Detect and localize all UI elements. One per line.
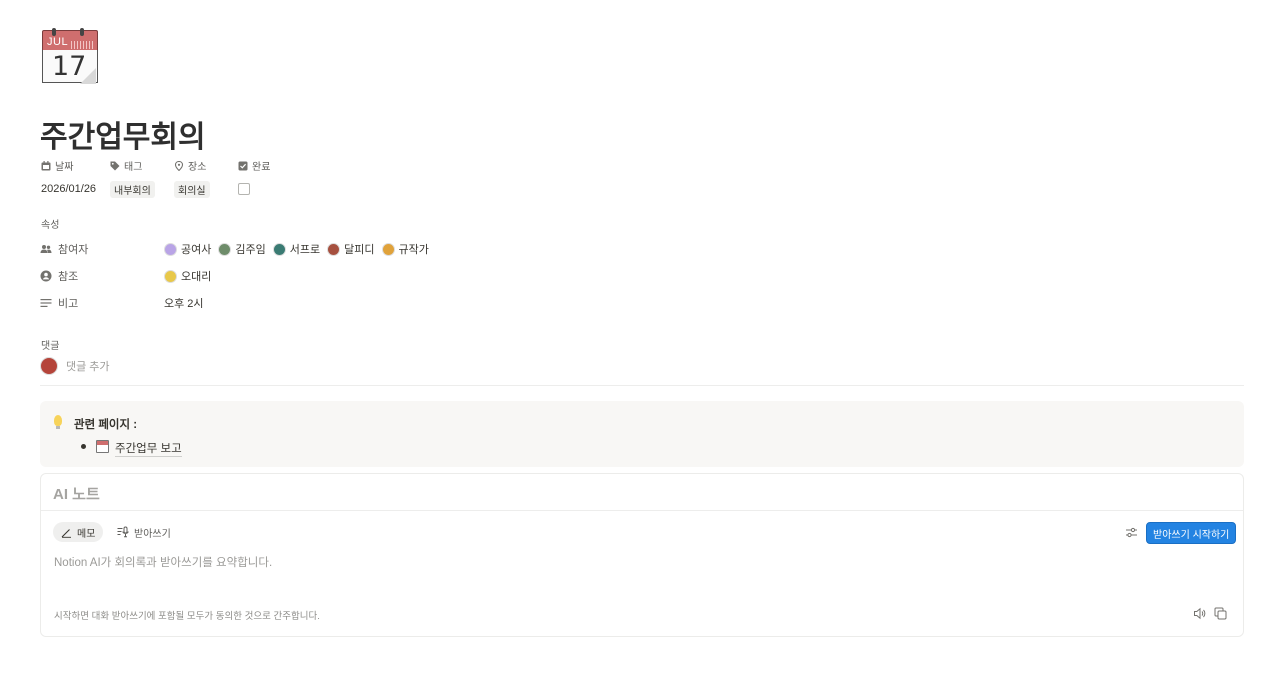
- people-icon: [40, 245, 52, 253]
- calendar-icon[interactable]: JUL 17: [42, 28, 98, 84]
- property-location-value[interactable]: 회의실: [174, 180, 210, 198]
- property-date-value[interactable]: 2026/01/26: [41, 182, 96, 196]
- ai-note-footer: 시작하면 대화 받아쓰기에 포함될 모두가 동의한 것으로 간주합니다.: [54, 611, 320, 622]
- transcribe-icon: [117, 526, 129, 538]
- ai-note-description: Notion AI가 회의록과 받아쓰기를 요약합니다.: [54, 557, 273, 569]
- calendar-ticks: [71, 41, 93, 49]
- attendee[interactable]: 달피디: [327, 241, 375, 257]
- property-date[interactable]: 날짜 2026/01/26: [41, 158, 96, 196]
- attendee-name: 달피디: [344, 244, 375, 256]
- property-row-attendees[interactable]: 참여자 공여사 김주임 서프로 달피디 규작가: [40, 241, 436, 257]
- attendee[interactable]: 서프로: [272, 241, 321, 257]
- bullet: [81, 444, 86, 449]
- tab-memo-label: 메모: [77, 528, 96, 540]
- property-tag-value[interactable]: 내부회의: [110, 180, 155, 198]
- tag-icon: [110, 161, 120, 170]
- start-transcribe-button[interactable]: 받아쓰기 시작하기: [1146, 522, 1237, 544]
- ai-note-block: AI 노트 메모 받아쓰기 받아쓰기 시작하기 Notion AI가 회의록과 …: [40, 473, 1244, 637]
- reference-list[interactable]: 오대리: [164, 268, 218, 284]
- add-comment[interactable]: 댓글 추가: [40, 357, 110, 375]
- sliders-icon[interactable]: [1125, 526, 1138, 539]
- page-title[interactable]: 주간업무회의: [40, 112, 206, 156]
- reference-name: 오대리: [181, 271, 212, 283]
- attendee-name: 규작가: [398, 244, 429, 256]
- reference-label: 참조: [58, 271, 79, 283]
- attendee[interactable]: 규작가: [381, 241, 429, 257]
- calendar-mini-icon: [96, 440, 109, 453]
- avatar: [40, 357, 58, 375]
- attendee[interactable]: 김주임: [218, 241, 266, 257]
- property-location-label: 장소: [188, 162, 207, 173]
- attendees-label: 참여자: [58, 244, 89, 256]
- property-done-label: 완료: [252, 162, 271, 173]
- person-circle-icon: [40, 270, 52, 282]
- property-tag-label: 태그: [124, 162, 143, 173]
- lightbulb-icon: [54, 415, 62, 426]
- attendees-label-row: 참여자: [40, 241, 164, 257]
- pen-icon: [61, 528, 71, 538]
- location-chip[interactable]: 회의실: [174, 180, 210, 198]
- property-date-label-row: 날짜: [41, 158, 96, 173]
- property-tag-label-row: 태그: [110, 158, 155, 173]
- property-location[interactable]: 장소 회의실: [174, 158, 210, 198]
- property-row-reference[interactable]: 참조 오대리: [40, 268, 218, 284]
- pin-icon: [174, 160, 184, 171]
- property-date-label: 날짜: [55, 162, 74, 173]
- attendee[interactable]: 공여사: [164, 241, 211, 257]
- lines-icon: [40, 299, 52, 307]
- divider: [41, 510, 1243, 511]
- done-checkbox[interactable]: [238, 183, 250, 195]
- comments-label: 댓글: [41, 341, 60, 352]
- calendar-ring: [80, 28, 84, 36]
- property-done[interactable]: 완료: [238, 158, 270, 196]
- add-comment-placeholder[interactable]: 댓글 추가: [66, 358, 110, 374]
- page-link[interactable]: 주간업무 보고: [115, 440, 182, 457]
- avatar: [327, 242, 341, 256]
- lightbulb-base: [56, 426, 60, 429]
- attendee-name: 서프로: [289, 244, 321, 256]
- tag-chip[interactable]: 내부회의: [110, 180, 155, 198]
- property-location-label-row: 장소: [174, 158, 210, 173]
- callout-title: 관련 페이지 :: [74, 419, 138, 431]
- attendee-name: 공여사: [181, 244, 212, 256]
- avatar: [272, 242, 286, 256]
- reference-person[interactable]: 오대리: [164, 268, 211, 284]
- ai-note-title[interactable]: AI 노트: [53, 483, 100, 504]
- properties-section-label: 속성: [41, 220, 60, 231]
- property-done-value[interactable]: [238, 182, 270, 196]
- property-done-label-row: 완료: [238, 158, 270, 173]
- copy-icon[interactable]: [1214, 607, 1227, 620]
- checkbox-icon: [238, 161, 248, 170]
- avatar: [381, 242, 395, 256]
- notes-value[interactable]: 오후 2시: [164, 295, 204, 311]
- notes-label: 비고: [58, 298, 79, 310]
- attendee-name: 김주임: [235, 244, 266, 256]
- tab-transcribe[interactable]: 받아쓰기: [117, 522, 171, 542]
- avatar: [218, 242, 232, 256]
- notes-label-row: 비고: [40, 295, 164, 311]
- calendar-small-icon: [41, 160, 51, 170]
- tab-memo[interactable]: 메모: [53, 522, 104, 542]
- attendees-list[interactable]: 공여사 김주임 서프로 달피디 규작가: [164, 241, 436, 257]
- calendar-header: JUL: [42, 30, 98, 51]
- property-tag[interactable]: 태그 내부회의: [110, 158, 155, 198]
- property-row-notes[interactable]: 비고 오후 2시: [40, 295, 204, 311]
- avatar: [164, 242, 177, 256]
- tab-transcribe-label: 받아쓰기: [134, 528, 171, 540]
- page-curl: [80, 68, 96, 84]
- divider: [40, 385, 1244, 386]
- speaker-icon[interactable]: [1193, 607, 1206, 620]
- calendar-ring: [52, 28, 56, 36]
- avatar: [164, 269, 177, 283]
- calendar-month: JUL: [47, 36, 69, 48]
- callout-block[interactable]: 관련 페이지 : 주간업무 보고: [40, 401, 1244, 467]
- reference-label-row: 참조: [40, 268, 164, 284]
